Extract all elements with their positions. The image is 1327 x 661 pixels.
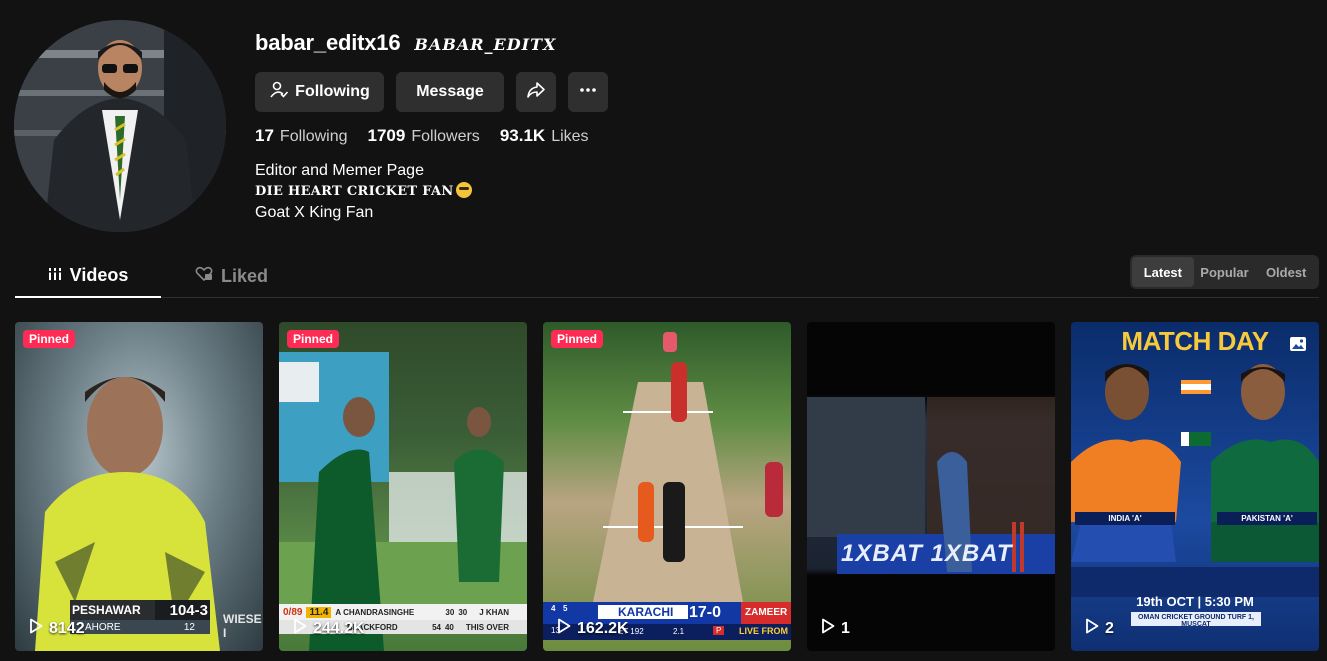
likes-label: Likes [551, 128, 589, 145]
video-card[interactable]: 1XBAT 1XBAT 1 [807, 322, 1055, 651]
view-count-value: 244.2K [313, 619, 365, 637]
scoreboard-score: 104-3 [169, 601, 208, 619]
video-card[interactable]: 4 5 KARACHI 17-0 ZAMEER 13 ET 192 2.1 P … [543, 322, 791, 651]
scoreboard-over: 11.4 [306, 606, 332, 618]
scoreboard-batter2-balls: 40 [444, 622, 454, 632]
grid-bars-icon [47, 265, 62, 286]
sort-oldest[interactable]: Oldest [1255, 257, 1317, 287]
share-icon [526, 80, 546, 105]
tab-videos[interactable]: Videos [15, 255, 161, 298]
video-card[interactable]: PESHAWAR 104-3 AHORE 12 WIESE I Pinned 8… [15, 322, 263, 651]
bio-line-with-emoji: DIE HEART CRICKET FAN [255, 181, 472, 202]
user-check-icon [269, 80, 289, 105]
share-button[interactable] [516, 72, 556, 112]
scoreboard-live: LIVE FROM [739, 626, 788, 636]
profile-tabs: Videos Liked [15, 255, 1319, 298]
following-count: 17 [255, 126, 274, 145]
scoreboard-batter-balls: 30 [458, 607, 468, 617]
tab-liked[interactable]: Liked [195, 255, 268, 297]
sort-popular[interactable]: Popular [1194, 257, 1256, 287]
play-icon [1085, 618, 1099, 639]
view-count-value: 1 [841, 619, 850, 637]
stat-following[interactable]: 17 Following [255, 126, 348, 146]
view-count-value: 8142 [49, 619, 85, 637]
grinning-face-emoji-icon [455, 182, 472, 198]
profile-username: babar_editx16 [255, 30, 401, 55]
scoreboard-b: 5 [563, 604, 568, 613]
scoreboard-p: P [713, 626, 725, 635]
play-icon [821, 618, 835, 639]
followers-label: Followers [411, 128, 480, 145]
scoreboard-a: 4 [551, 604, 556, 613]
more-horizontal-icon [578, 80, 598, 105]
scoreboard-team: KARACHI [598, 605, 688, 619]
view-count: 244.2K [293, 618, 365, 639]
scoreboard-left: 0/89 [283, 606, 303, 618]
scoreboard-sub-team: AHORE [85, 621, 121, 633]
scoreboard-sub-num: 12 [183, 621, 195, 633]
bio-line: DIE HEART CRICKET FAN [255, 184, 454, 199]
stat-likes: 93.1K Likes [500, 126, 589, 146]
tab-liked-label: Liked [221, 265, 269, 286]
following-label: Following [279, 128, 348, 145]
view-count: 8142 [29, 618, 85, 639]
heart-lock-icon [195, 266, 213, 287]
followers-count: 1709 [367, 126, 406, 145]
scoreboard-batter: A CHANDRASINGHE [335, 607, 415, 617]
pinned-badge: Pinned [287, 330, 340, 348]
match-time: 19th OCT | 5:30 PM [1136, 594, 1254, 609]
pinned-badge: Pinned [551, 330, 604, 348]
tab-videos-label: Videos [69, 265, 129, 285]
scoreboard-extra: WIESE I [223, 612, 262, 640]
video-card[interactable]: MATCH DAY INDIA 'A' PAKISTAN 'A' 19th OC… [1071, 322, 1319, 651]
more-options-button[interactable] [568, 72, 608, 112]
sort-latest[interactable]: Latest [1132, 257, 1194, 287]
sponsor-banner: 1XBAT 1XBAT [841, 540, 1013, 567]
play-icon [293, 618, 307, 639]
play-icon [29, 618, 43, 639]
scoreboard-team: PESHAWAR [72, 603, 141, 617]
bio-line: Goat X King Fan [255, 204, 374, 221]
message-button[interactable]: Message [396, 72, 504, 112]
video-grid: PESHAWAR 104-3 AHORE 12 WIESE I Pinned 8… [15, 322, 1319, 651]
view-count: 1 [821, 618, 850, 639]
scoreboard-name: ZAMEER [741, 602, 791, 624]
play-icon [557, 618, 571, 639]
sort-selector: Latest Popular Oldest [1130, 255, 1319, 289]
bio-line: Editor and Memer Page [255, 162, 424, 179]
scoreboard-score: 17-0 [689, 604, 722, 621]
scoreboard-rr: 2.1 [673, 627, 685, 636]
scoreboard-batter2-runs: 54 [432, 622, 441, 632]
following-button-label: Following [295, 83, 370, 100]
scoreboard-bowler: J KHAN [479, 607, 509, 617]
message-button-label: Message [416, 83, 484, 100]
profile-bio: Editor and Memer Page DIE HEART CRICKET … [255, 160, 472, 223]
likes-count: 93.1K [499, 126, 546, 145]
scoreboard-batter-runs: 30 [445, 607, 455, 617]
view-count: 2 [1085, 618, 1114, 639]
match-venue: OMAN CRICKET GROUND TURF 1, MUSCAT [1138, 614, 1254, 628]
team-left-label: INDIA 'A' [1075, 512, 1175, 525]
following-button[interactable]: Following [255, 72, 384, 112]
stat-followers[interactable]: 1709 Followers [368, 126, 480, 146]
video-card[interactable]: 0/89 11.4 A CHANDRASINGHE 30 30 J KHAN B… [279, 322, 527, 651]
view-count-value: 162.2K [577, 619, 629, 637]
scoreboard-subrow: AHORE 12 [85, 620, 195, 634]
view-count: 162.2K [557, 618, 629, 639]
pinned-badge: Pinned [23, 330, 76, 348]
scoreboard-overlay: PESHAWAR 104-3 [72, 600, 212, 620]
scoreboard-this-over: THIS OVER [465, 622, 509, 632]
view-count-value: 2 [1105, 619, 1114, 637]
match-day-title: MATCH DAY [1121, 326, 1269, 356]
profile-avatar [14, 20, 226, 232]
profile-nickname: BABAR_EDITX [414, 35, 557, 54]
photo-icon [1289, 336, 1307, 352]
team-right-label: PAKISTAN 'A' [1217, 512, 1317, 525]
